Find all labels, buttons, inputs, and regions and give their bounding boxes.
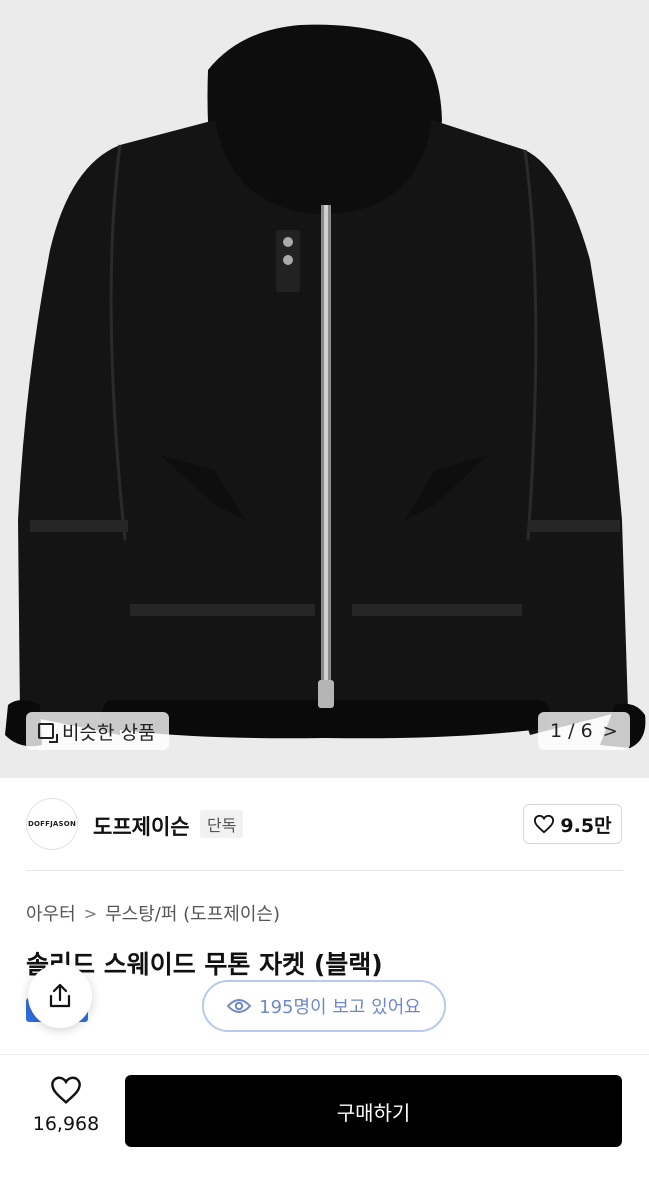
wishlist-count: 16,968 [32, 1113, 100, 1135]
similar-products-label: 비슷한 상품 [62, 721, 156, 744]
heart-icon [51, 1076, 81, 1104]
brand-like-count: 9.5만 [560, 814, 612, 837]
product-image-carousel[interactable]: 비슷한 상품 1 / 6 > [0, 0, 649, 778]
exclusive-badge: 단독 [200, 810, 244, 838]
bottom-action-bar: 16,968 구매하기 [0, 1054, 649, 1201]
similar-products-button[interactable]: 비슷한 상품 [26, 712, 170, 750]
viewers-count-pill: 195명이 보고 있어요 [202, 980, 446, 1032]
similar-products-icon [38, 723, 58, 743]
brand-logo[interactable]: DOFFJASON [26, 798, 78, 850]
viewers-count-text: 195명이 보고 있어요 [259, 997, 421, 1018]
share-button[interactable] [28, 964, 92, 1028]
image-counter-text: 1 / 6 [550, 720, 593, 742]
heart-icon [534, 814, 555, 834]
wishlist-button[interactable]: 16,968 [28, 1075, 104, 1145]
breadcrumb-item-subcategory[interactable]: 무스탕/퍼 (도프제이슨) [105, 900, 280, 926]
share-icon [49, 983, 71, 1008]
eye-icon [227, 999, 252, 1013]
product-photo-jacket [5, 24, 646, 748]
image-counter[interactable]: 1 / 6 > [538, 712, 630, 750]
chevron-right-icon: > [83, 903, 98, 923]
divider [26, 870, 623, 871]
buy-button[interactable]: 구매하기 [125, 1075, 622, 1147]
brand-name[interactable]: 도프제이슨 [93, 811, 190, 841]
brand-like-button[interactable]: 9.5만 [523, 804, 622, 844]
breadcrumb-item-category[interactable]: 아우터 [26, 900, 76, 926]
chevron-right-icon: > [602, 720, 618, 742]
brand-row: DOFFJASON 도프제이슨 단독 9.5만 [0, 778, 649, 870]
breadcrumb: 아우터 > 무스탕/퍼 (도프제이슨) [26, 900, 280, 926]
